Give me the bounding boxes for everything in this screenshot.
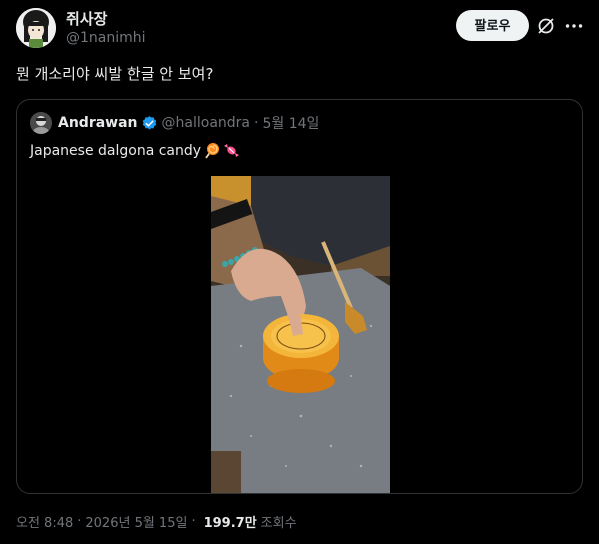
author-avatar[interactable] (16, 8, 56, 48)
quote-text: Japanese dalgona candy (30, 142, 202, 159)
footer-separator: · (77, 514, 82, 529)
quote-header: Andrawan @halloandra · 5월 14일 (30, 112, 319, 134)
quote-video-thumbnail[interactable] (211, 176, 390, 493)
view-count-label: 조회수 (260, 516, 297, 531)
author-handle[interactable]: @1nanimhi (66, 29, 146, 48)
grok-icon[interactable] (536, 16, 556, 36)
candy-emoji-icon (223, 142, 240, 159)
post-time[interactable]: 오전 8:48 (16, 512, 73, 531)
footer-separator: · (191, 514, 196, 529)
quoted-tweet[interactable]: Andrawan @halloandra · 5월 14일 Japanese d… (16, 99, 583, 494)
quote-author-avatar[interactable] (30, 112, 52, 134)
quote-separator: · (254, 115, 259, 131)
view-count: 199.7만 (203, 516, 257, 531)
tweet-footer: 오전 8:48 · 2026년 5월 15일 · 199.7만 조회수 (16, 512, 297, 531)
author-info: 쥐사장 @1nanimhi (66, 10, 146, 48)
more-icon[interactable] (564, 16, 584, 36)
tweet-header: 쥐사장 @1nanimhi 팔로우 (16, 8, 585, 52)
author-display-name[interactable]: 쥐사장 (66, 10, 146, 29)
lollipop-emoji-icon (203, 142, 220, 159)
quote-handle: @halloandra (161, 115, 251, 131)
quote-display-name[interactable]: Andrawan (58, 115, 138, 131)
post-date[interactable]: 2026년 5월 15일 (85, 512, 187, 531)
tweet-text: 뭔 개소리야 씨발 한글 안 보여? (16, 65, 214, 83)
quote-text-row: Japanese dalgona candy (30, 142, 240, 159)
verified-badge-icon (141, 115, 158, 132)
quote-date[interactable]: 5월 14일 (262, 113, 319, 133)
follow-button[interactable]: 팔로우 (456, 10, 529, 41)
